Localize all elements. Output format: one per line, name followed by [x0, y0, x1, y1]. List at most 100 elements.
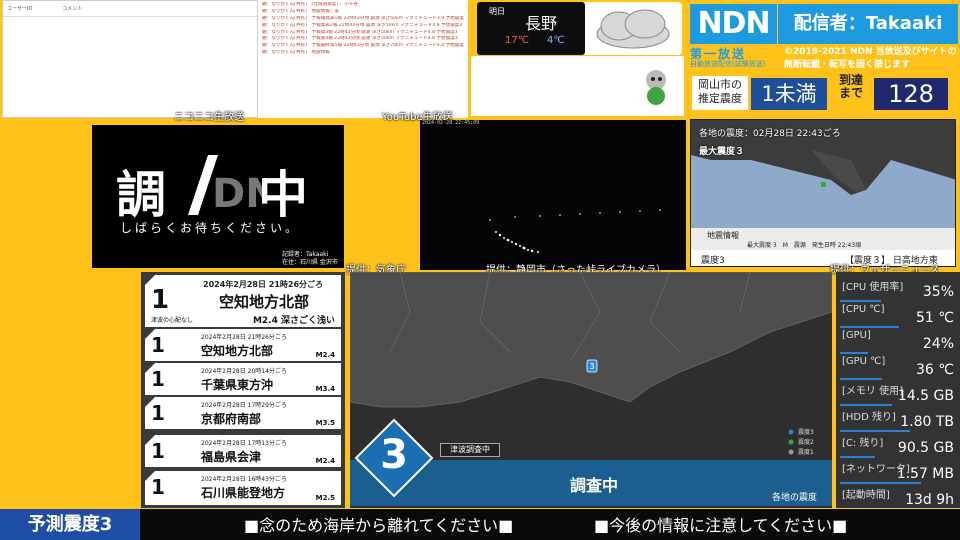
stat-row: [起動時間] 13d 9h	[838, 484, 958, 510]
card-corner	[145, 275, 155, 285]
stat-value: 1.57 MB	[896, 466, 954, 482]
channel-subtitle: 自動放送配信(試験放送)	[690, 60, 766, 68]
stat-row: [GPU] 24%	[838, 328, 958, 354]
ndn-logo: NDN	[690, 4, 777, 44]
earthquake-card: 1 2024年2月28日 17時29分ごろ 京都府南部 M3.5	[145, 397, 341, 429]
stat-value: 51 ℃	[916, 310, 954, 326]
eq-intensity: 1	[151, 475, 165, 499]
arrival-label: 到達 まで	[830, 73, 872, 101]
big-intensity-value: 3	[380, 432, 408, 478]
eq-magnitude: M2.5	[315, 494, 335, 502]
earthquake-card-latest: 1 2024年2月28日 21時26分ごろ 空知地方北部 津波の心配なし M2.…	[145, 275, 341, 327]
stat-label: [GPU ℃]	[842, 356, 886, 367]
eq-place: 京都府南部	[201, 412, 262, 426]
arrival-countdown: 128	[874, 78, 948, 110]
weather-high: 17℃	[505, 35, 529, 46]
mascot-icon	[646, 70, 666, 105]
eq-date: 2024年2月28日 16時43分ごろ	[201, 476, 287, 483]
stat-value: 36 ℃	[916, 362, 954, 378]
tsunami-status-badge: 津波調査中	[440, 443, 500, 457]
eq-date: 2024年2月28日 21時26分ごろ	[203, 280, 324, 289]
estimated-intensity: 1未満	[751, 78, 827, 110]
weather-day: 明日	[489, 7, 505, 16]
investigating-title-left: 調	[116, 166, 166, 224]
chat-line: 朝：なりかくん[共有] 予報発表2報 22時43分頃 震源 深さ50km マグニ…	[262, 22, 463, 28]
eq-magnitude: M3.5	[315, 419, 335, 427]
stat-row: [ネットワーク] 1.57 MB	[838, 458, 958, 484]
map-tr-footer-left: 震度3	[701, 256, 725, 266]
eq-magnitude: M3.4	[315, 385, 335, 393]
stat-label: [CPU 使用率]	[842, 282, 904, 293]
eq-date: 2024年2月28日 21時26分ごろ	[201, 334, 287, 341]
eq-place: 空知地方北部	[201, 344, 274, 358]
earthquake-card: 1 2024年2月28日 21時26分ごろ 空知地方北部 M2.4	[145, 329, 341, 361]
stat-value: 14.5 GB	[897, 388, 954, 404]
eq-intensity: 1	[151, 401, 165, 425]
weather-widget: 明日 長野 17℃ 4℃	[477, 2, 682, 55]
eq-intensity: 1	[151, 367, 165, 391]
svg-text:DN: DN	[212, 171, 264, 217]
region-label-line: 岡山市の	[698, 78, 742, 91]
stat-row: [HDD 残り] 1.80 TB	[838, 406, 958, 432]
eq-place: 福島県会津	[201, 450, 262, 464]
camera-lights-image	[489, 209, 661, 253]
copyright-line: 無断転載・転写を固く禁じます	[784, 59, 911, 70]
eq-place: 石川県能登地方	[201, 486, 286, 500]
map-tr-info-box: 地震情報 最大震度 3 M 震源 発生日時 22:43頃	[691, 228, 955, 250]
eq-date: 2024年2月28日 17時13分ごろ	[201, 440, 287, 447]
legend-item: 震度2	[798, 439, 814, 446]
earthquake-card: 1 2024年2月28日 20時14分ごろ 千葉県東方沖 M3.4	[145, 363, 341, 395]
weather-city: 長野	[525, 14, 558, 33]
stat-value: 13d 9h	[905, 492, 954, 508]
legend-item: 震度3	[798, 429, 814, 436]
weather-low: 4℃	[547, 35, 565, 46]
chat-line: 朝：なりかくん[共有] 予報第4報 22時43分頃 震源 深さ50km マグニチ…	[262, 36, 458, 42]
stat-value: 24%	[922, 336, 954, 352]
comment-panel: ユーザーID コメント	[2, 0, 258, 118]
live-camera-feed: 2024-02-28 22:45:09	[420, 120, 686, 270]
eq-intensity: 1	[151, 439, 165, 463]
chat-line: 朝：なりかくん[共有] 予報報発表1報 22時43分頃 震源 深さ50km マグ…	[262, 15, 464, 21]
ndn-watermark-icon: DN	[188, 155, 264, 217]
system-stats-panel: [CPU 使用率] 35% [CPU ℃] 51 ℃ [GPU] 24% [GPU ℃] 36…	[836, 272, 960, 508]
chat-panel: 朝：なりかくん[共有] [北海道震度] ：小千谷 朝：なりかくん[共有] 地震情…	[258, 0, 468, 118]
legend-item: 震度1	[798, 449, 814, 456]
intensity-map-panel: 各地の震度：02月28日 22:43ごろ 最大震度３ 地震情報 最大震度 3 M…	[690, 119, 956, 267]
chat-line: 朝：なりかくん[共有] 地震情報：第	[262, 8, 340, 14]
stat-label: [CPU ℃]	[842, 304, 885, 315]
stat-value: 1.80 TB	[900, 414, 954, 430]
streamer-label: 配信者：Takaaki	[778, 4, 958, 44]
niconico-source-label: ニコニコ生放送	[174, 112, 244, 123]
stat-value: 90.5 GB	[897, 440, 954, 456]
eq-magnitude: M2.4	[315, 351, 335, 359]
eq-magnitude: M2.4	[315, 457, 335, 465]
stat-row: [GPU ℃] 36 ℃	[838, 354, 958, 380]
main-map-marker-label: 3	[589, 362, 594, 371]
eq-intensity: 1	[151, 285, 170, 315]
investigating-title-right: 中	[258, 166, 308, 224]
stat-row: [CPU ℃] 51 ℃	[838, 302, 958, 328]
arrival-label-line: まで	[838, 86, 863, 101]
eq-date: 2024年2月28日 20時14分ごろ	[201, 368, 287, 375]
mascot-panel	[471, 56, 684, 116]
eq-intensity: 1	[151, 333, 165, 357]
stat-row: [メモリ 使用] 14.5 GB	[838, 380, 958, 406]
eq-tsunami: 津波の心配なし	[151, 317, 194, 324]
ticker-message: ■念のため海岸から離れてください■	[244, 516, 514, 535]
region-label: 岡山市の 推定震度	[692, 76, 748, 110]
chat-line: 朝：なりかくん[共有] 予報最終第5報 22時43分頃 震源 深さ70km マグ…	[262, 43, 464, 49]
status-text: 調査中	[570, 476, 619, 495]
chat-line: 朝：なりかくん[共有] 地震情報	[262, 50, 330, 56]
chat-line: 朝：なりかくん[共有] 予報第3報 22時43分頃 震源 深さ50km マグニチ…	[262, 29, 458, 35]
copyright-notice: ©2019-2021 NDN 当放送及びサイトの 無断転載・転写を固く禁じます	[784, 46, 959, 71]
stat-value: 35%	[922, 284, 954, 300]
eq-date: 2024年2月28日 17時29分ごろ	[201, 402, 287, 409]
stat-label: [メモリ 使用]	[842, 386, 903, 397]
stat-label: [HDD 残り]	[842, 412, 896, 423]
chat-line: 朝：なりかくん[共有] [北海道震度] ：小千谷	[262, 2, 358, 7]
stat-label: [起動時間]	[842, 490, 890, 501]
earthquake-card: 1 2024年2月28日 17時13分ごろ 福島県会津 M2.4	[145, 435, 341, 467]
stat-label: [C: 残り]	[842, 438, 884, 449]
map-tr-info-title: 地震情報	[707, 231, 739, 240]
eq-place: 千葉県東方沖	[201, 378, 274, 392]
